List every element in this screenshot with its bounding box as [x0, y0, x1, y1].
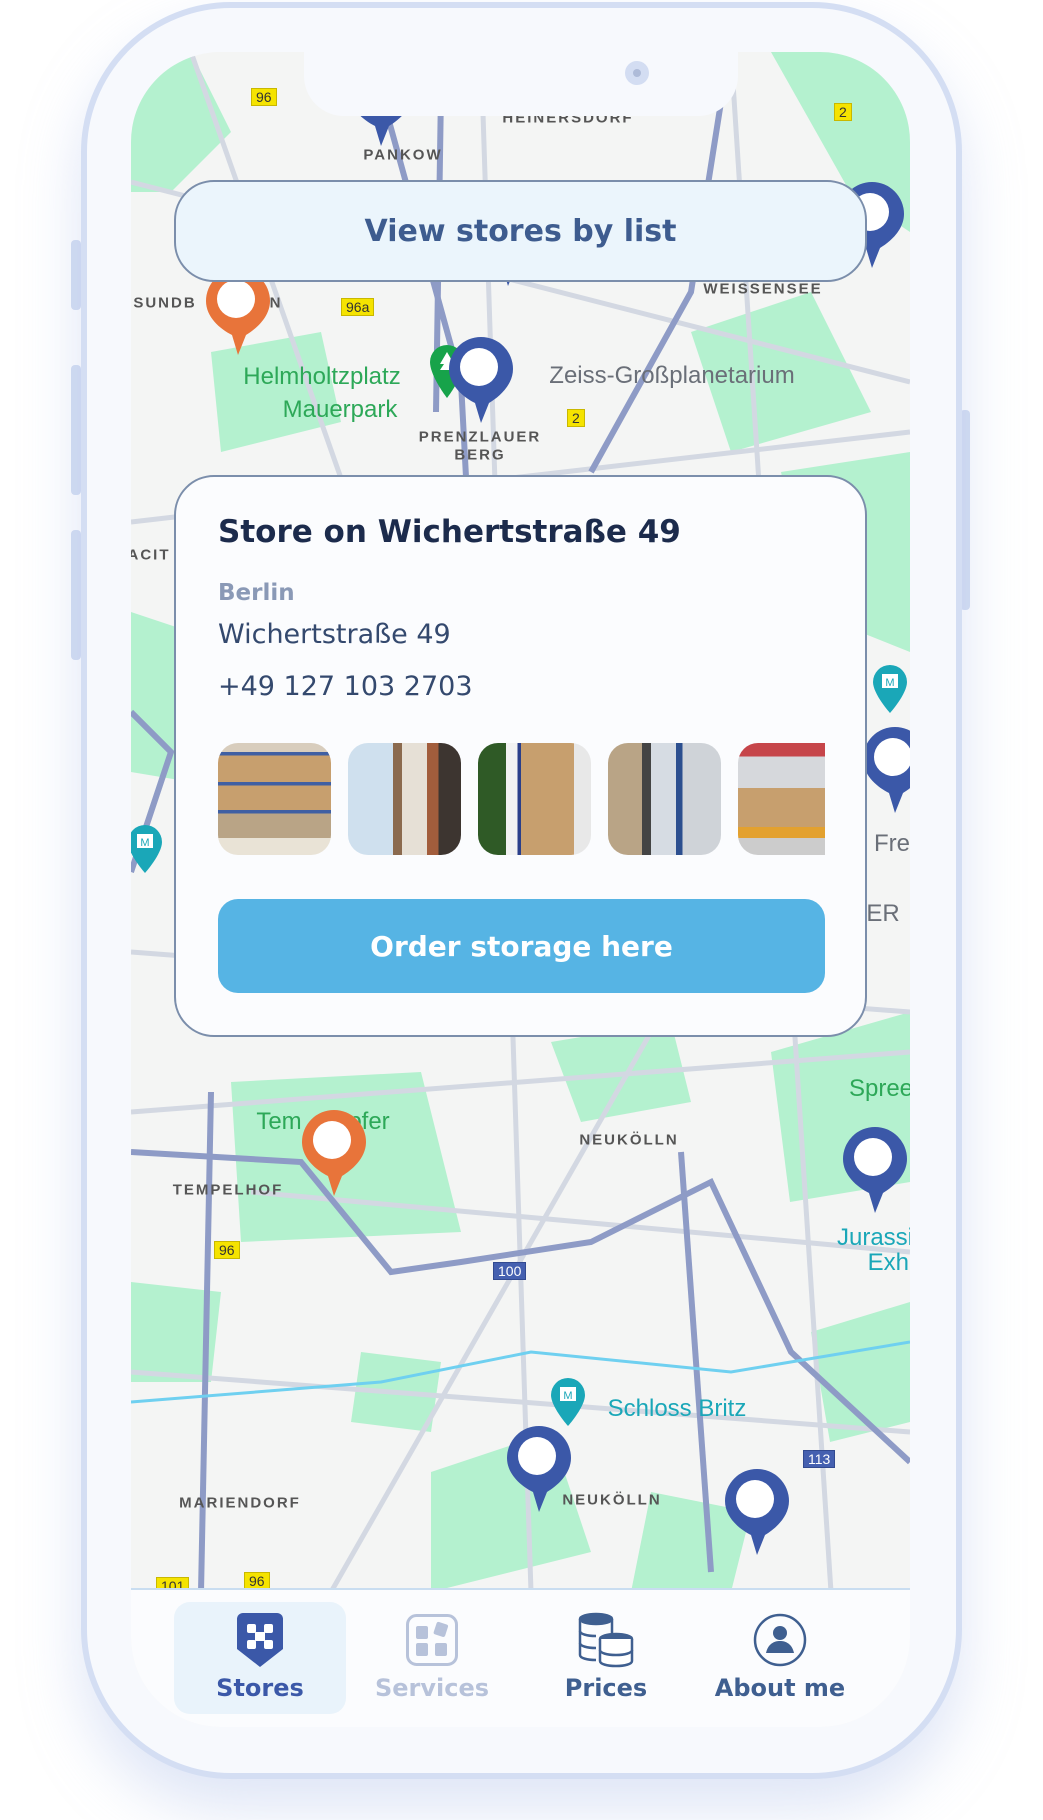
store-phone[interactable]: +49 127 103 2703 — [218, 671, 473, 702]
museum-pin-icon[interactable]: M — [131, 824, 163, 878]
tab-label: Stores — [216, 1674, 304, 1702]
store-pin-icon[interactable] — [721, 1465, 793, 1561]
store-address: Wichertstraße 49 — [218, 619, 451, 650]
road-badge: 96 — [214, 1241, 240, 1259]
tab-label: About me — [714, 1674, 846, 1702]
map-label: WEISSENSEE — [703, 280, 823, 298]
map-label: Fre — [874, 830, 910, 857]
tab-label: Services — [374, 1674, 490, 1702]
bottom-nav: Stores Services Prices About me — [131, 1588, 910, 1727]
map-label: PRENZLAUER — [418, 428, 542, 446]
tab-prices[interactable]: Prices — [520, 1602, 692, 1714]
map-label: Zeiss-Großplanetarium — [549, 362, 795, 389]
svg-text:M: M — [885, 677, 894, 689]
road-badge: 96 — [251, 88, 277, 106]
store-shield-icon — [237, 1612, 283, 1668]
user-circle-icon — [753, 1612, 807, 1668]
volume-down-button — [71, 530, 81, 660]
store-pin-icon[interactable] — [503, 1422, 575, 1518]
coins-stack-icon — [578, 1612, 634, 1668]
map-label: ER — [866, 900, 900, 927]
store-photo[interactable] — [608, 743, 721, 855]
store-title: Store on Wichertstraße 49 — [218, 514, 681, 550]
order-storage-button[interactable]: Order storage here — [218, 899, 825, 993]
map-label: Helmholtzplatz — [243, 363, 401, 390]
map-label: MARIENDORF — [179, 1494, 301, 1512]
store-pin-icon[interactable] — [445, 333, 517, 429]
map-label: NEUKÖLLN — [562, 1491, 662, 1509]
store-photo[interactable] — [738, 743, 825, 855]
map-label: ESUNDB — [131, 294, 197, 312]
road-badge: 96a — [341, 298, 375, 316]
map-label: Jurassic — [836, 1224, 910, 1251]
store-photo-gallery[interactable] — [218, 743, 825, 855]
map-label: NEUKÖLLN — [579, 1131, 679, 1149]
services-grid-icon — [406, 1612, 458, 1668]
notch — [304, 52, 738, 116]
map-label: Spree — [848, 1075, 910, 1102]
road-badge: 100 — [493, 1262, 527, 1280]
selected-store-pin-icon[interactable] — [298, 1106, 370, 1202]
svg-text:M: M — [140, 837, 149, 849]
store-city: Berlin — [218, 580, 295, 606]
mute-switch — [71, 240, 81, 310]
map-label: Schloss Britz — [607, 1395, 747, 1422]
map-label: Exhi — [867, 1249, 910, 1276]
store-pin-icon[interactable] — [839, 1123, 910, 1219]
map-label: ACIT — [131, 546, 171, 564]
museum-pin-icon[interactable]: M — [872, 664, 908, 718]
map-label: TEMPELHOF — [172, 1181, 284, 1199]
tab-services[interactable]: Services — [346, 1602, 518, 1714]
store-card: Store on Wichertstraße 49 Berlin Wichert… — [174, 475, 867, 1037]
app-screen: 96 96a 2 2 100 113 96 96 101 PANKOW HEIN… — [131, 52, 910, 1727]
view-stores-by-list-button[interactable]: View stores by list — [174, 180, 867, 282]
svg-text:M: M — [563, 1390, 572, 1402]
road-badge: 113 — [803, 1450, 836, 1468]
camera — [625, 61, 649, 85]
map-label: Tem — [256, 1108, 302, 1135]
store-photo[interactable] — [218, 743, 331, 855]
tab-about-me[interactable]: About me — [694, 1602, 866, 1714]
museum-pin-icon[interactable]: M — [550, 1377, 586, 1431]
map-label: Mauerpark — [282, 396, 398, 423]
map-label: BERG — [454, 446, 506, 464]
store-photo[interactable] — [348, 743, 461, 855]
road-badge: 2 — [834, 103, 852, 121]
tab-label: Prices — [564, 1674, 648, 1702]
road-badge: 2 — [567, 409, 585, 427]
tab-stores[interactable]: Stores — [174, 1602, 346, 1714]
volume-up-button — [71, 365, 81, 495]
store-photo[interactable] — [478, 743, 591, 855]
